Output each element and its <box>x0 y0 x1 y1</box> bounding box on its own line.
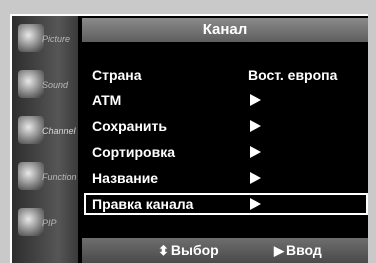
pip-icon <box>18 208 44 236</box>
sidebar-item-function[interactable]: Function <box>16 160 77 194</box>
menu-title: Канал <box>82 18 368 42</box>
enter-hint-label: Ввод <box>286 242 322 258</box>
menu-item-country[interactable]: Страна Вост. европа <box>84 64 368 86</box>
enter-hint: ▶ Ввод <box>274 242 322 259</box>
arrow-right-icon <box>250 198 261 210</box>
menu-item-edit-channel[interactable]: Правка канала <box>84 193 368 215</box>
sidebar-item-label: Channel <box>42 126 76 136</box>
menu-item-atm[interactable]: ATM <box>84 89 368 111</box>
arrow-right-icon <box>250 120 261 132</box>
arrow-right-icon <box>250 94 261 106</box>
sidebar-item-label: PIP <box>42 218 57 228</box>
sidebar-item-channel[interactable]: Channel <box>16 114 76 148</box>
sidebar-item-label: Function <box>42 172 77 182</box>
channel-icon <box>18 116 44 144</box>
up-down-arrow-icon: ⬍ <box>158 243 169 258</box>
select-hint: ⬍ Выбор <box>158 242 219 259</box>
arrow-right-icon <box>250 146 261 158</box>
osd-panel: Picture Sound Channel Function PIP Канал… <box>10 14 368 263</box>
menu-item-label: ATM <box>92 92 122 108</box>
picture-icon <box>18 24 44 52</box>
sidebar-item-sound[interactable]: Sound <box>16 68 76 102</box>
sidebar-item-pip[interactable]: PIP <box>16 206 76 240</box>
select-hint-label: Выбор <box>170 242 219 258</box>
function-icon <box>18 162 44 190</box>
menu-item-label: Сохранить <box>92 118 167 134</box>
sidebar-item-label: Picture <box>42 34 71 44</box>
arrow-right-icon <box>250 172 261 184</box>
osd-sidebar: Picture Sound Channel Function PIP <box>12 16 78 263</box>
menu-item-store[interactable]: Сохранить <box>84 115 368 137</box>
menu-item-label: Название <box>92 170 159 186</box>
sidebar-item-label: Sound <box>42 80 69 90</box>
menu-item-label: Правка канала <box>92 196 194 212</box>
sound-icon <box>18 70 44 98</box>
play-arrow-icon: ▶ <box>274 243 284 258</box>
menu-item-sort[interactable]: Сортировка <box>84 141 368 163</box>
osd-footer: ⬍ Выбор ▶ Ввод <box>82 238 368 263</box>
menu-item-label: Сортировка <box>92 144 175 160</box>
menu-item-name[interactable]: Название <box>84 167 368 189</box>
menu-item-label: Страна <box>92 67 142 83</box>
tv-screen: Picture Sound Channel Function PIP Канал… <box>0 0 376 263</box>
menu-item-value: Вост. европа <box>248 67 338 83</box>
sidebar-item-picture[interactable]: Picture <box>16 22 76 56</box>
